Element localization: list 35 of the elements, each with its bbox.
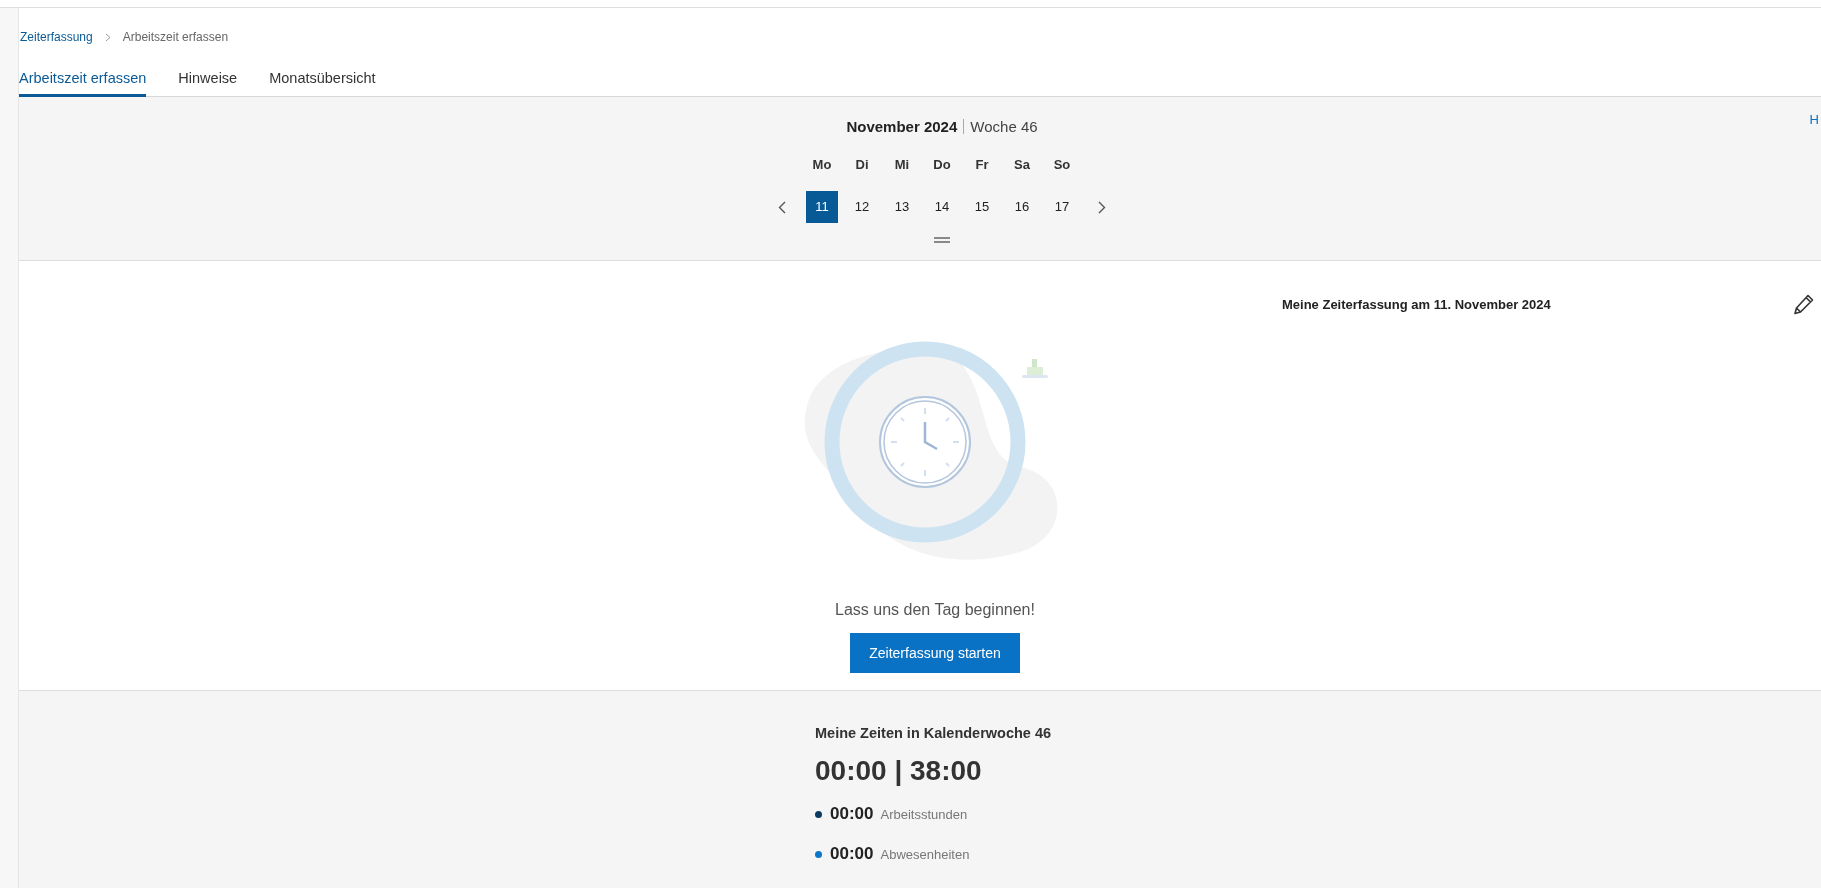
day-button[interactable]: 14 [926, 191, 958, 223]
drag-handle-icon[interactable] [934, 237, 950, 243]
breadcrumb-current: Arbeitszeit erfassen [122, 30, 229, 44]
day-button[interactable]: 11 [806, 191, 838, 223]
link[interactable]: H [1809, 112, 1819, 127]
day-button[interactable]: 12 [846, 191, 878, 223]
empty-state-message: Lass uns den Tag beginnen! [835, 601, 1035, 619]
weekday-label: So [1052, 156, 1072, 174]
breadcrumb-link[interactable]: Zeiterfassung [20, 30, 93, 44]
day-button[interactable]: 17 [1046, 191, 1078, 223]
week-label: Woche 46 [970, 118, 1038, 135]
weekday-label: Sa [1013, 156, 1031, 174]
weekday-label: Di [854, 156, 870, 174]
hours-value: 00:00 [830, 804, 874, 824]
summary-title: Meine Zeiten in Kalenderwoche 46 [815, 725, 1053, 741]
tab[interactable]: Hinweise [178, 70, 238, 97]
weekday-label: Do [932, 156, 952, 174]
weekday-label: Mi [893, 156, 911, 174]
next-week-icon[interactable] [1098, 200, 1106, 214]
start-button[interactable]: Zeiterfassung starten [850, 633, 1020, 673]
total-hours: 00:00 | 38:00 [815, 755, 983, 787]
day-button[interactable]: 15 [966, 191, 998, 223]
previous-week-icon[interactable] [778, 200, 786, 214]
month-label: November 2024 [846, 118, 958, 135]
chevron-icon [104, 32, 111, 42]
day-button[interactable]: 16 [1006, 191, 1038, 223]
edit-icon[interactable] [1793, 293, 1815, 315]
hours-label: Arbeitsstunden [880, 806, 968, 822]
hours-value: 00:00 [830, 844, 874, 864]
tab[interactable]: Monatsübersicht [269, 70, 376, 97]
weekday-label: Mo [811, 156, 833, 174]
hours-label: Abwesenheiten [880, 846, 970, 862]
day-title: Meine Zeiterfassung am 11. November 2024 [1282, 296, 1551, 312]
weekday-label: Fr [974, 156, 990, 174]
day-button[interactable]: 13 [886, 191, 918, 223]
